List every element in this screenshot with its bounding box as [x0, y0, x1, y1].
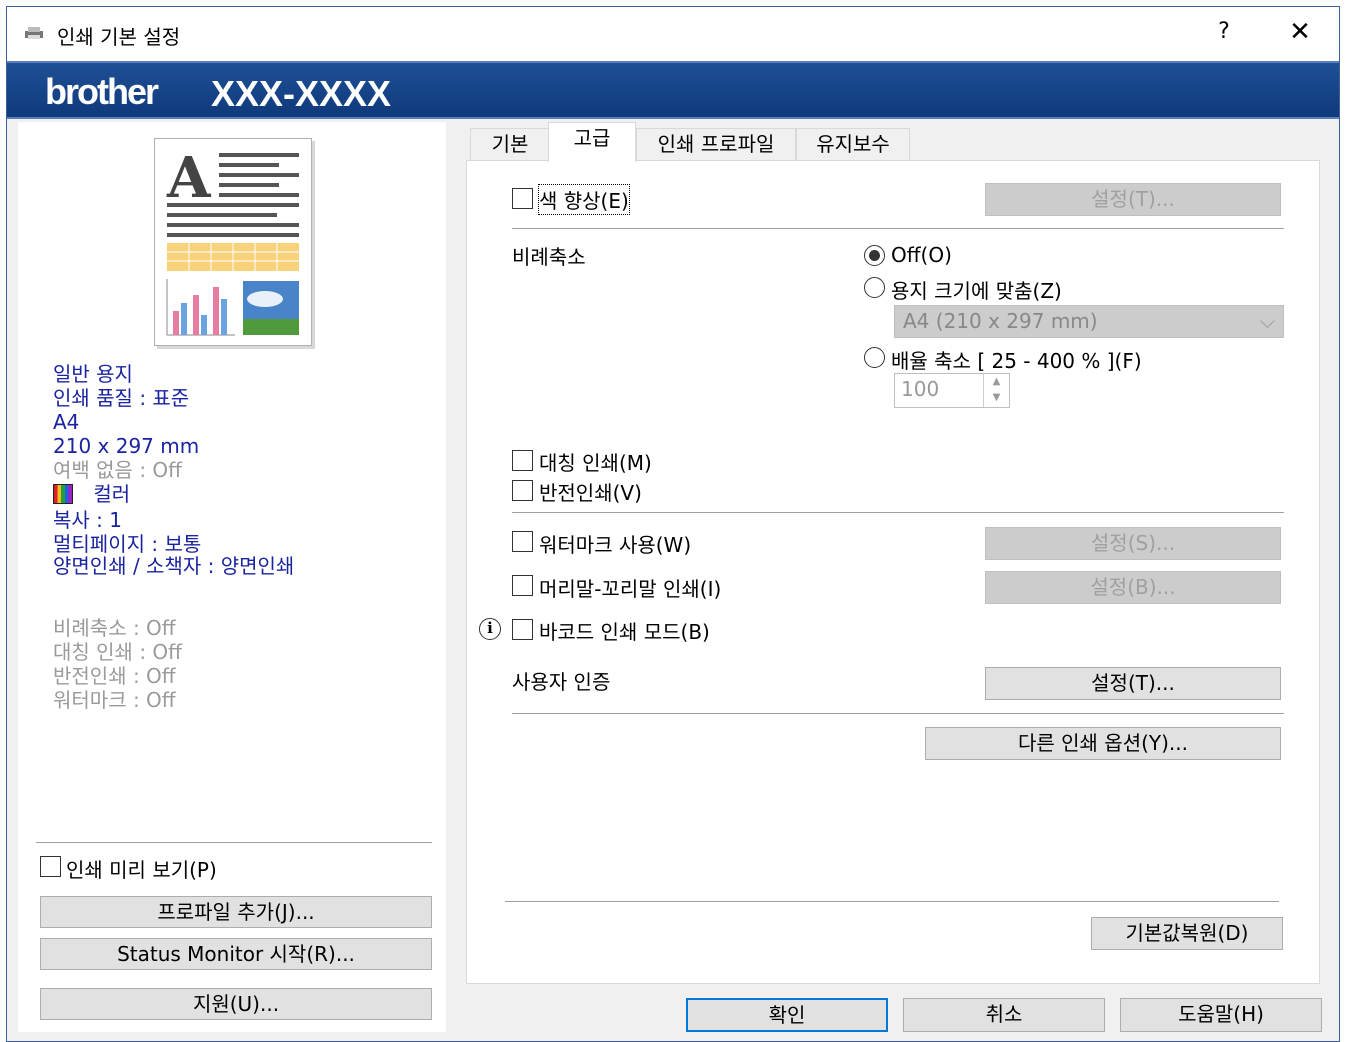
tab-advanced[interactable]: 고급: [548, 122, 636, 162]
free-scale-value: 100: [901, 377, 940, 401]
add-profile-button[interactable]: 프로파일 추가(J)...: [40, 896, 432, 928]
color-enhance-label: 색 향상(E): [538, 184, 630, 215]
print-preview-label: 인쇄 미리 보기(P): [66, 858, 217, 882]
help-button[interactable]: ?: [1209, 19, 1239, 44]
help-dialog-button[interactable]: 도움말(H): [1120, 998, 1322, 1032]
summary-paper-size: A4: [53, 410, 80, 434]
free-scale-radio[interactable]: [864, 347, 885, 368]
scaling-off-label: Off(O): [891, 243, 952, 267]
free-scale-label: 배율 축소 [ 25 - 400 % ](F): [891, 349, 1142, 373]
summary-color-row: 컬러: [53, 482, 130, 506]
summary-mirror: 대칭 인쇄 : Off: [53, 640, 182, 664]
user-auth-settings-button[interactable]: 설정(T)...: [985, 667, 1281, 700]
other-print-options-button[interactable]: 다른 인쇄 옵션(Y)...: [925, 727, 1281, 760]
user-auth-label: 사용자 인증: [512, 670, 611, 694]
printer-model: XXX-XXXX: [211, 73, 392, 114]
divider: [512, 713, 1284, 714]
summary-borderless: 여백 없음 : Off: [53, 458, 182, 482]
brand-banner: brother XXX-XXXX: [7, 61, 1339, 119]
restore-defaults-button[interactable]: 기본값복원(D): [1091, 917, 1283, 950]
barcode-mode-checkbox[interactable]: [512, 619, 533, 640]
status-monitor-button[interactable]: Status Monitor 시작(R)...: [40, 938, 432, 970]
summary-scaling: 비례축소 : Off: [53, 616, 176, 640]
summary-duplex: 양면인쇄 / 소책자 : 양면인쇄: [53, 554, 295, 578]
divider: [512, 512, 1284, 513]
title-bar: 인쇄 기본 설정 ? ✕: [7, 7, 1339, 61]
scaling-label: 비례축소: [512, 245, 586, 269]
summary-paper-type: 일반 용지: [53, 362, 133, 386]
paper-size-dropdown[interactable]: A4 (210 x 297 mm) ⌵: [894, 305, 1284, 338]
spin-up-icon[interactable]: ▲: [984, 374, 1009, 390]
summary-print-quality: 인쇄 품질 : 표준: [53, 386, 190, 410]
scaling-off-radio[interactable]: [864, 245, 885, 266]
reverse-print-label: 반전인쇄(V): [539, 481, 642, 505]
advanced-tab-panel: 색 향상(E) 설정(T)... 비례축소 Off(O) 용지 크기에 맞춤(Z…: [466, 160, 1320, 984]
header-footer-label: 머리말-꼬리말 인쇄(I): [539, 577, 722, 601]
support-button[interactable]: 지원(U)...: [40, 988, 432, 1020]
paper-size-value: A4 (210 x 297 mm): [903, 309, 1098, 333]
ok-button[interactable]: 확인: [686, 998, 888, 1032]
info-icon[interactable]: i: [479, 618, 501, 640]
summary-reverse: 반전인쇄 : Off: [53, 664, 176, 688]
mirror-print-label: 대칭 인쇄(M): [539, 451, 652, 475]
mirror-print-checkbox[interactable]: [512, 450, 533, 471]
tab-maintenance[interactable]: 유지보수: [796, 128, 910, 160]
reverse-print-checkbox[interactable]: [512, 480, 533, 501]
cancel-button[interactable]: 취소: [903, 998, 1105, 1032]
watermark-label: 워터마크 사용(W): [539, 533, 692, 557]
barcode-mode-label: 바코드 인쇄 모드(B): [539, 620, 710, 644]
chevron-down-icon: ⌵: [1259, 309, 1275, 333]
divider: [512, 228, 1284, 229]
tab-print-profiles[interactable]: 인쇄 프로파일: [636, 128, 796, 160]
page-preview-image: A: [154, 138, 312, 346]
divider: [505, 901, 1279, 902]
summary-color: 컬러: [93, 482, 131, 506]
color-bars-icon: [53, 484, 73, 504]
color-enhance-checkbox[interactable]: [512, 188, 533, 209]
summary-paper-dimensions: 210 x 297 mm: [53, 434, 200, 458]
fit-to-paper-radio[interactable]: [864, 277, 885, 298]
printer-icon: [25, 27, 43, 39]
window-title: 인쇄 기본 설정: [57, 25, 181, 49]
header-footer-settings-button[interactable]: 설정(B)...: [985, 571, 1281, 604]
fit-to-paper-label: 용지 크기에 맞춤(Z): [891, 279, 1062, 303]
brand-logo: brother: [45, 71, 159, 112]
tab-basic[interactable]: 기본: [470, 128, 550, 160]
summary-multipage: 멀티페이지 : 보통: [53, 532, 202, 556]
left-divider: [36, 842, 432, 843]
svg-text:A: A: [166, 145, 212, 211]
print-preview-checkbox[interactable]: [40, 856, 61, 877]
watermark-settings-button[interactable]: 설정(S)...: [985, 527, 1281, 560]
free-scale-spinner[interactable]: 100 ▲ ▼: [894, 373, 1010, 408]
spin-down-icon[interactable]: ▼: [984, 390, 1009, 406]
close-button[interactable]: ✕: [1285, 17, 1315, 47]
color-enhance-settings-button[interactable]: 설정(T)...: [985, 183, 1281, 216]
summary-watermark: 워터마크 : Off: [53, 688, 176, 712]
summary-copies: 복사 : 1: [53, 508, 122, 532]
settings-summary-panel: A 일반 용지 인쇄 품질: 표준 A4 210 x 297 mm 여백 없음…: [18, 122, 446, 1032]
watermark-checkbox[interactable]: [512, 531, 533, 552]
header-footer-checkbox[interactable]: [512, 575, 533, 596]
